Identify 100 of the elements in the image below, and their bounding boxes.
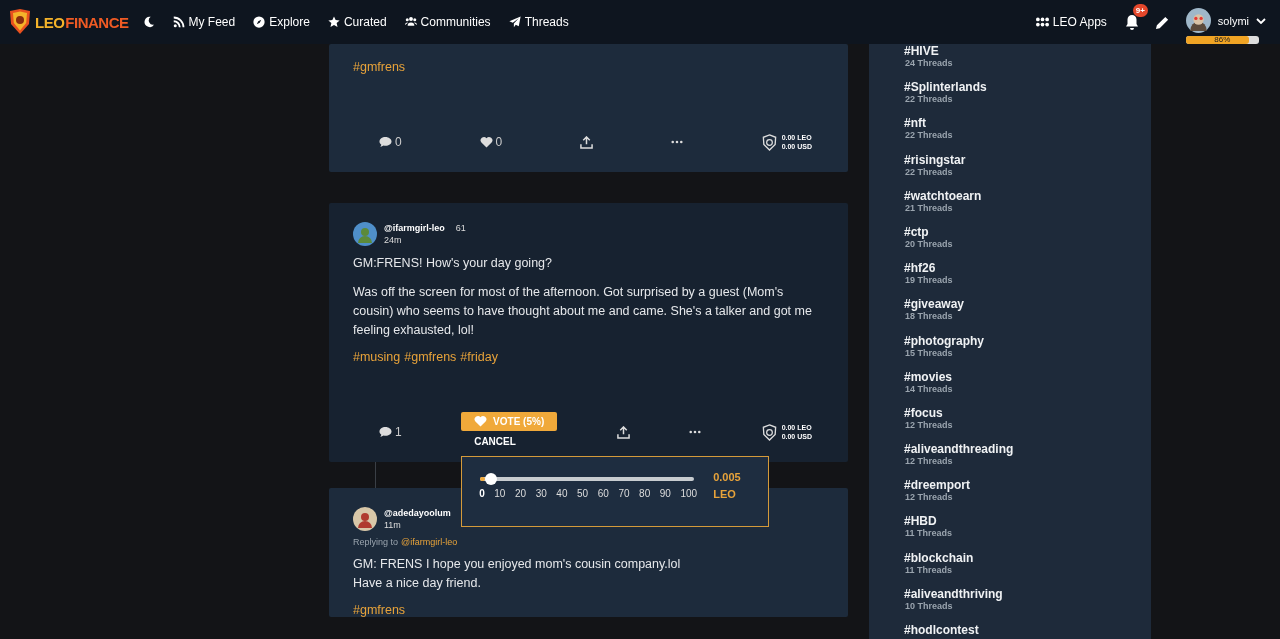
progress-label: 86%: [1213, 36, 1232, 44]
star-icon: [327, 16, 340, 28]
thread-count: 22 Threads: [905, 166, 953, 177]
trending-tag: #focus: [904, 405, 1151, 420]
bell-icon: [1124, 14, 1139, 30]
comment-button[interactable]: 1: [379, 425, 402, 439]
like-button[interactable]: 0: [479, 135, 503, 149]
author-link[interactable]: @ifarmgirl-leo: [384, 223, 445, 233]
trending-tag: #giveaway: [904, 297, 1151, 312]
trending-tag: #aliveandthreading: [904, 442, 1151, 457]
thread-count: 22 Threads: [904, 94, 954, 105]
more-button[interactable]: [689, 430, 702, 434]
logo-text[interactable]: FINANCE: [65, 13, 129, 31]
logo-text[interactable]: LEO: [35, 13, 65, 31]
thread-count: 20 Threads: [905, 238, 954, 249]
post-time: 24m: [384, 235, 403, 245]
trending-tag: #photography: [904, 333, 1151, 348]
thread-count: 14 Threads: [904, 383, 954, 394]
thread-count: 11 Threads: [904, 528, 954, 539]
thread-count: 19 Threads: [904, 275, 954, 286]
slider-thumb[interactable]: [484, 473, 497, 485]
trending-tag-item[interactable]: #aliveandthriving 10 Threads: [904, 586, 1151, 623]
trending-tag-item[interactable]: #ctp 20 Threads: [904, 224, 1151, 262]
comment-icon: [379, 136, 392, 148]
trending-tag-item[interactable]: #HBD 11 Threads: [904, 514, 1151, 551]
trending-tag-item[interactable]: #hodlcontest: [904, 623, 1151, 639]
more-icon: [670, 140, 683, 144]
hashtag-link[interactable]: #musing: [353, 350, 401, 364]
thread-count: 12 Threads: [904, 456, 954, 467]
nav-link[interactable]: Explore: [253, 15, 310, 29]
upload-icon: [616, 425, 630, 439]
trending-tag: #blockchain: [904, 550, 1151, 565]
tick-label: 40: [556, 488, 568, 499]
comment-button[interactable]: 0: [379, 135, 402, 149]
share-button[interactable]: [580, 135, 593, 149]
trending-tag-item[interactable]: #focus 12 Threads: [904, 405, 1151, 443]
trending-tag-item[interactable]: #blockchain 11 Threads: [904, 550, 1151, 587]
rss-icon: [172, 16, 185, 28]
tick-label: 80: [639, 488, 651, 499]
trending-tag-item[interactable]: #risingstar 22 Threads: [904, 152, 1151, 189]
tick-label: 60: [597, 488, 609, 499]
avatar-icon: [353, 222, 377, 246]
trending-tag-item[interactable]: #hf26 19 Threads: [904, 261, 1151, 298]
pencil-icon: [1154, 14, 1170, 30]
thread-count: 11 Threads: [904, 564, 954, 575]
trending-tag-item[interactable]: #photography 15 Threads: [904, 333, 1151, 370]
author-link[interactable]: @adedayoolum: [384, 508, 451, 518]
user-name[interactable]: solymi: [1217, 14, 1249, 27]
hashtag-link[interactable]: #gmfrens: [353, 60, 406, 74]
trending-tag-item[interactable]: #dreemport 12 Threads: [904, 478, 1151, 515]
trending-tag: #HIVE: [904, 44, 1151, 58]
hashtag-link[interactable]: #friday: [460, 350, 498, 364]
tick-label: 20: [515, 488, 527, 499]
nav-link[interactable]: Curated: [327, 15, 387, 29]
trending-tag-item[interactable]: #giveaway 18 Threads: [904, 297, 1151, 334]
trending-tag: #movies: [904, 369, 1151, 384]
tick-label: 50: [577, 488, 589, 499]
post-text: Was off the screen for most of the afternoon. Got surprised by a guest (Mom's cousin) who seems to have thought about me and came. She's a talker and got me feeling exhausted, lol!: [353, 284, 813, 339]
trending-tag-item[interactable]: #movies 14 Threads: [904, 369, 1151, 406]
trending-tag: #hf26: [904, 261, 1151, 276]
tick-label: 30: [535, 488, 547, 499]
trending-tag: #ctp: [904, 224, 1151, 239]
trending-tag-item[interactable]: #HIVE 24 Threads: [904, 44, 1151, 81]
trending-tag: #nft: [904, 116, 1151, 131]
post-text: GM:FRENS! How's your day going?: [353, 255, 553, 272]
nav-link[interactable]: Communities: [404, 15, 491, 29]
post-text: GM: FRENS I hope you enjoyed mom's cousin company.lol Have a nice day friend.: [353, 556, 682, 592]
reply-label: Replying to: [353, 537, 399, 547]
trending-tag-item[interactable]: #watchtoearn 21 Threads: [904, 188, 1151, 225]
avatar-icon: [1185, 8, 1211, 33]
paper-plane-icon: [508, 16, 521, 28]
cancel-button[interactable]: CANCEL: [474, 436, 516, 447]
thread-count: 18 Threads: [904, 311, 954, 322]
more-icon: [689, 430, 702, 434]
tick-label: 100: [680, 488, 698, 499]
nav-link[interactable]: My Feed: [172, 15, 236, 29]
apps-link[interactable]: LEO Apps: [1035, 15, 1107, 29]
tick-label: 0: [479, 488, 485, 499]
vote-amount: 0.005: [713, 471, 741, 483]
share-button[interactable]: [616, 425, 630, 439]
trending-tag: #risingstar: [904, 152, 1151, 167]
trending-tag-item[interactable]: #nft 22 Threads: [904, 116, 1151, 153]
tick-label: 90: [659, 488, 671, 499]
trending-tag-item[interactable]: #aliveandthreading 12 Threads: [904, 442, 1151, 479]
trending-tag: #watchtoearn: [904, 188, 1151, 203]
vote-unit: LEO: [713, 488, 737, 500]
nav-link[interactable]: Threads: [508, 15, 569, 29]
grid-icon: [1035, 17, 1049, 27]
more-button[interactable]: [670, 140, 683, 144]
heart-icon: [479, 135, 493, 149]
hashtag-link[interactable]: #gmfrens: [353, 603, 406, 617]
trending-tag-item[interactable]: #Splinterlands 22 Threads: [904, 80, 1151, 117]
reputation-score: 61: [455, 223, 466, 233]
trending-tag: #HBD: [904, 514, 1151, 529]
heart-icon: [474, 415, 488, 428]
compass-icon: [253, 16, 266, 28]
thread-count: 24 Threads: [904, 58, 954, 68]
reply-user-link[interactable]: @ifarmgirl-leo: [401, 537, 458, 547]
thread-count: 15 Threads: [905, 347, 953, 358]
hashtag-link[interactable]: #gmfrens: [404, 350, 457, 364]
